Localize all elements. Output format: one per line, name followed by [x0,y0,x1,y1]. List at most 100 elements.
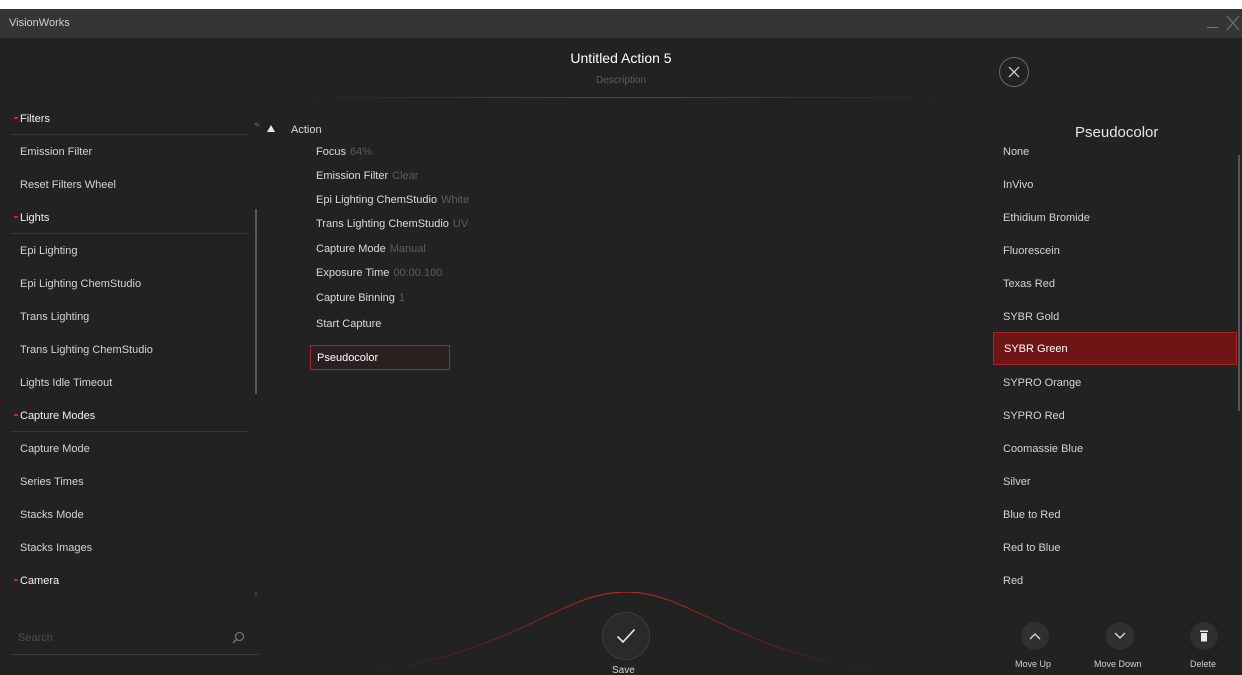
search-input[interactable] [18,629,218,647]
pseudocolor-option[interactable]: Blue to Red [993,498,1237,531]
window-close-icon[interactable] [1226,15,1240,31]
option-label: SYBR Gold [1003,310,1060,323]
checkmark-icon [616,628,636,644]
sidebar-item-label: Lights Idle Timeout [20,376,113,389]
panel-scrollbar[interactable] [1238,155,1240,411]
action-step-pseudocolor[interactable]: Pseudocolor [310,345,450,370]
sidebar-item-stacks-mode[interactable]: Stacks Mode [0,498,249,531]
chevron-up-icon [1029,633,1041,640]
option-label: Coomassie Blue [1003,442,1084,455]
sidebar-item-label: Trans Lighting ChemStudio [20,343,153,356]
step-label: Emission Filter [316,170,389,182]
action-description[interactable]: Description [0,75,1242,86]
sidebar-header-label: Camera [20,574,60,587]
minimize-icon[interactable] [1206,15,1220,29]
scroll-down-icon[interactable]: ▼ [253,592,259,598]
tree-scroll-up-icon[interactable]: ▲ [255,122,261,128]
pseudocolor-option[interactable]: Coomassie Blue [993,432,1237,465]
option-label: SYBR Green [1004,342,1068,355]
action-step-emission-filter[interactable]: Emission Filter Clear [316,170,418,182]
sidebar-header-filters[interactable]: Filters [0,102,249,135]
sidebar-item-stacks-images[interactable]: Stacks Images [0,531,249,564]
sidebar-item-trans-lighting-chemstudio[interactable]: Trans Lighting ChemStudio [0,333,249,366]
close-editor-button[interactable] [999,57,1029,87]
action-step-capture-binning[interactable]: Capture Binning 1 [316,292,405,304]
save-label: Save [612,665,635,675]
step-label: Capture Mode [316,243,386,255]
sidebar-item-label: Stacks Images [20,541,93,554]
sidebar-item-series-times[interactable]: Series Times [0,465,249,498]
save-button[interactable] [602,612,650,660]
pseudocolor-option[interactable]: Red [993,564,1237,597]
delete-label: Delete [1190,659,1217,669]
pseudocolor-option[interactable]: SYPRO Red [993,399,1237,432]
sidebar-item-label: Emission Filter [20,145,93,158]
sidebar-item-trans-lighting[interactable]: Trans Lighting [0,300,249,333]
step-label: Capture Binning [316,292,395,304]
sidebar-header-capture-modes[interactable]: Capture Modes [0,399,249,432]
pseudocolor-option[interactable]: Fluorescein [993,234,1237,267]
collapse-icon [14,117,18,119]
action-step-trans-lighting-chemstudio[interactable]: Trans Lighting ChemStudio UV [316,218,468,230]
option-label: None [1003,145,1030,158]
sidebar-item-label: Epi Lighting ChemStudio [20,277,142,290]
action-root[interactable]: Action [291,124,322,136]
sidebar-item-label: Stacks Mode [20,508,84,521]
sidebar-header-camera[interactable]: Camera [0,564,249,597]
pseudocolor-option[interactable]: Silver [993,465,1237,498]
collapse-icon [14,414,18,416]
action-step-epi-lighting-chemstudio[interactable]: Epi Lighting ChemStudio White [316,194,469,206]
pseudocolor-option-selected[interactable]: SYBR Green [993,332,1237,365]
sidebar-item-emission-filter[interactable]: Emission Filter [0,135,249,168]
step-label: Pseudocolor [317,351,379,364]
pseudocolor-option[interactable]: SYBR Gold [993,300,1237,333]
delete-button[interactable] [1190,622,1218,650]
sidebar-header-label: Lights [20,211,50,224]
sidebar-item-reset-filters-wheel[interactable]: Reset Filters Wheel [0,168,249,201]
sidebar-item-lights-idle-timeout[interactable]: Lights Idle Timeout [0,366,249,399]
action-step-focus[interactable]: Focus 64% [316,146,372,158]
collapse-icon [14,216,18,218]
sidebar-item-epi-lighting-chemstudio[interactable]: Epi Lighting ChemStudio [0,267,249,300]
action-step-start-capture[interactable]: Start Capture [316,318,381,330]
sidebar-item-capture-mode[interactable]: Capture Mode [0,432,249,465]
option-label: SYPRO Red [1003,409,1065,422]
sidebar-item-label: Trans Lighting [20,310,90,323]
action-title[interactable]: Untitled Action 5 [0,50,1242,66]
pseudocolor-option[interactable]: Ethidium Bromide [993,201,1237,234]
pseudocolor-option[interactable]: SYPRO Orange [993,366,1237,399]
trash-icon [1200,630,1208,642]
sidebar-header-lights[interactable]: Lights [0,201,249,234]
pseudocolor-option[interactable]: Red to Blue [993,531,1237,564]
title-bar: VisionWorks [0,9,1242,38]
sidebar-item-label: Capture Mode [20,442,90,455]
expand-triangle-icon[interactable] [267,125,275,132]
step-value: 1 [398,292,406,304]
step-label: Focus [316,146,346,158]
sidebar-item-label: Reset Filters Wheel [20,178,116,191]
step-value: Manual [389,243,426,255]
sidebar-header-label: Filters [20,112,50,125]
sidebar-item-epi-lighting[interactable]: Epi Lighting [0,234,249,267]
step-label: Trans Lighting ChemStudio [316,218,449,230]
step-label: Exposure Time [316,267,390,279]
header-divider [300,97,950,98]
sidebar-scrollbar[interactable] [255,209,257,394]
pseudocolor-option[interactable]: None [993,135,1237,168]
step-label: Epi Lighting ChemStudio [316,194,438,206]
move-up-button[interactable] [1021,622,1049,650]
step-value: 00:00.100 [393,267,443,279]
app-title: VisionWorks [9,17,70,29]
search-icon[interactable] [232,631,245,647]
pseudocolor-option[interactable]: InVivo [993,168,1237,201]
move-down-button[interactable] [1106,622,1134,650]
pseudocolor-option[interactable]: Texas Red [993,267,1237,300]
option-label: SYPRO Orange [1003,376,1082,389]
action-step-capture-mode[interactable]: Capture Mode Manual [316,243,426,255]
step-value: White [441,194,470,206]
search-box [10,621,259,655]
step-value: UV [452,218,469,230]
action-step-exposure-time[interactable]: Exposure Time 00:00.100 [316,267,442,279]
move-down-label: Move Down [1094,659,1142,669]
option-label: InVivo [1003,178,1034,191]
